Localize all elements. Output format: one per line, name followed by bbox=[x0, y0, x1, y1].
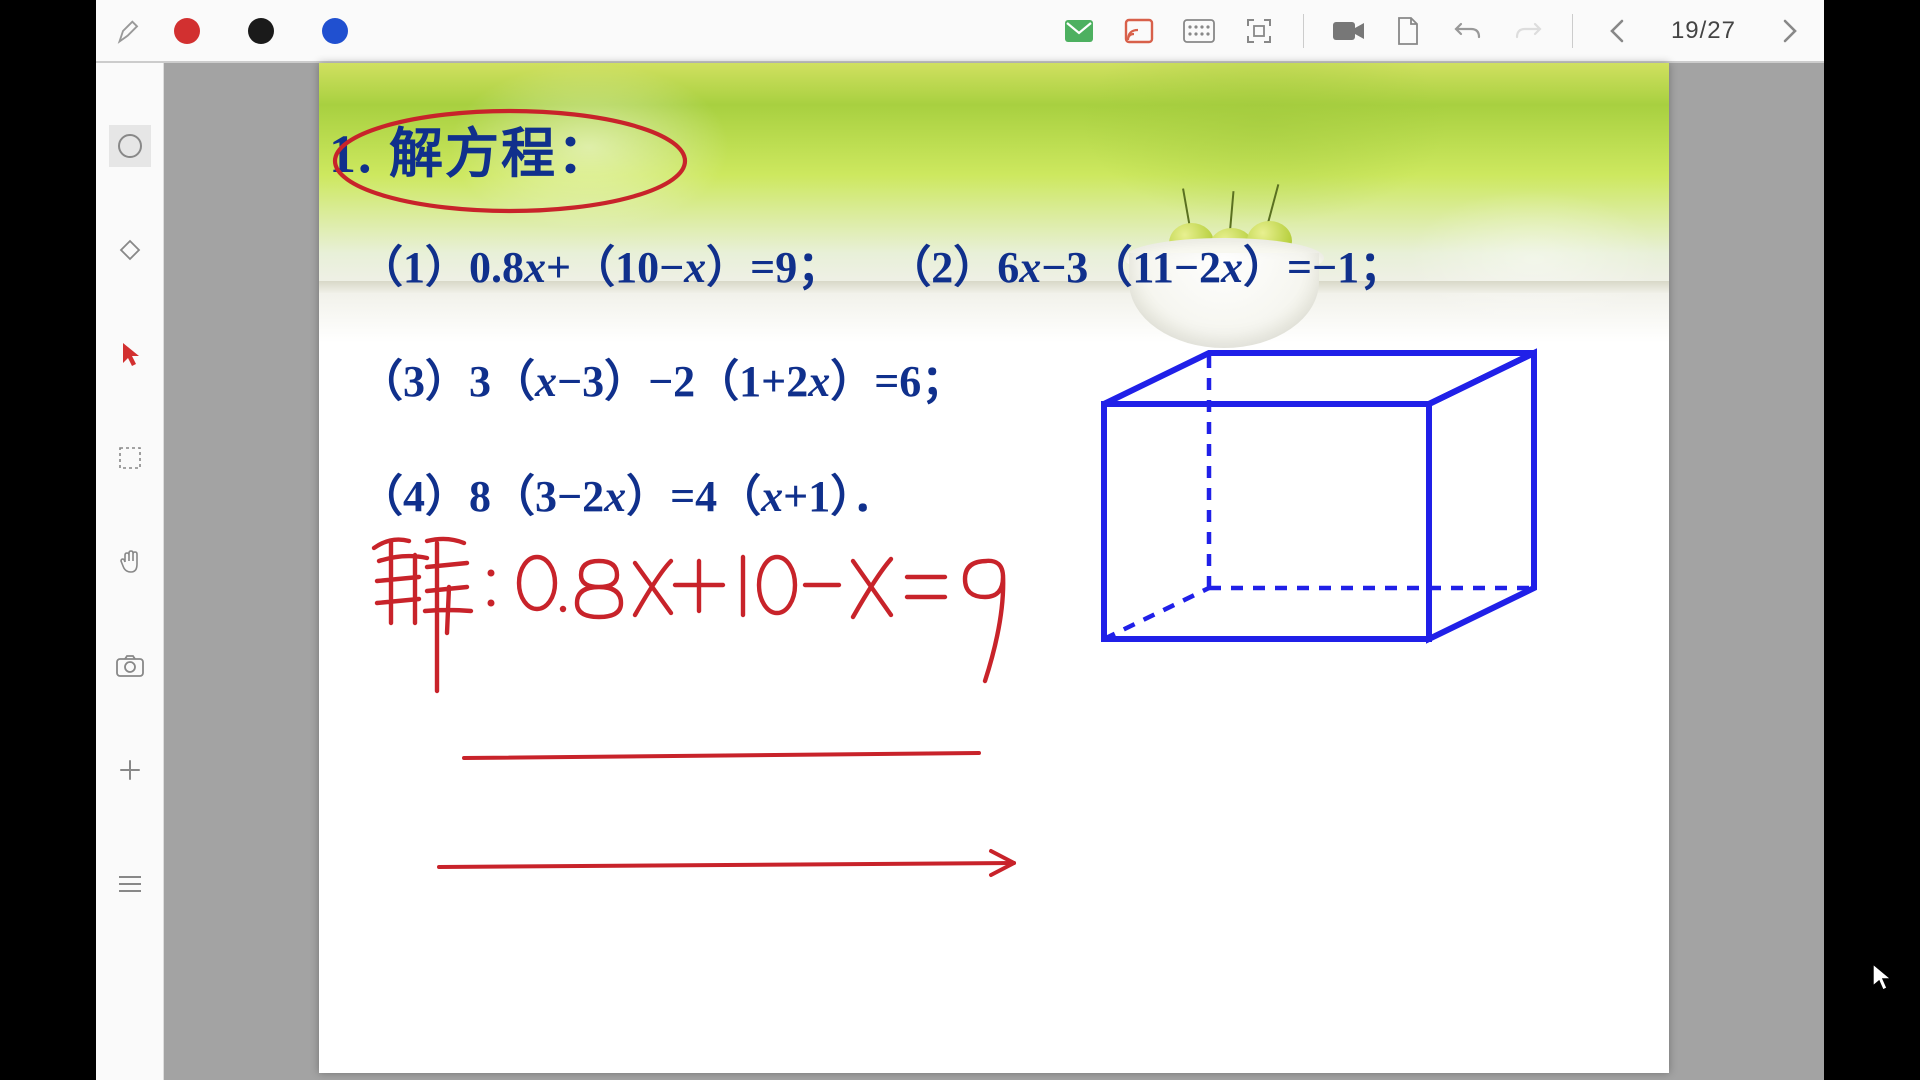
hand-tool[interactable] bbox=[109, 541, 151, 583]
fullscreen-icon[interactable] bbox=[1243, 15, 1275, 47]
top-toolbar: 19/27 bbox=[96, 0, 1824, 63]
arrow-annotation bbox=[439, 851, 1014, 875]
eraser-tool[interactable] bbox=[109, 229, 151, 271]
divider bbox=[1572, 14, 1573, 48]
camera-tool[interactable] bbox=[109, 645, 151, 687]
eq2-body: 6x−3（11−2x）=−1； bbox=[997, 243, 1403, 292]
color-blue[interactable] bbox=[322, 18, 348, 44]
underline bbox=[464, 753, 979, 758]
eq2-label: （2） bbox=[887, 243, 997, 292]
right-tools: 19/27 bbox=[1063, 0, 1806, 61]
list-tool[interactable] bbox=[109, 863, 151, 905]
mail-icon[interactable] bbox=[1063, 15, 1095, 47]
pointer-tool[interactable] bbox=[109, 333, 151, 375]
cursor-icon bbox=[1870, 962, 1894, 992]
heading-circle-annotation bbox=[325, 103, 695, 221]
next-page[interactable] bbox=[1774, 15, 1806, 47]
slide: 1. 解方程： （1）0.8x+（10−x）=9； （2）6x−3（11−2x）=… bbox=[319, 63, 1669, 1073]
eq3-label: （3） bbox=[359, 357, 469, 406]
prev-page[interactable] bbox=[1601, 15, 1633, 47]
undo-icon[interactable] bbox=[1452, 15, 1484, 47]
add-tool[interactable] bbox=[109, 749, 151, 791]
eq1-label: （1） bbox=[359, 243, 469, 292]
eq4-body: 8（3−2x）=4（x+1）． bbox=[469, 472, 896, 521]
pen-tool-icon[interactable] bbox=[116, 17, 144, 45]
eq4-label: （4） bbox=[359, 472, 469, 521]
equations: （1）0.8x+（10−x）=9； （2）6x−3（11−2x）=−1； （3）3… bbox=[359, 238, 1629, 526]
app-viewport: 19/27 bbox=[96, 0, 1824, 1080]
page-icon[interactable] bbox=[1392, 15, 1424, 47]
stage: 1. 解方程： （1）0.8x+（10−x）=9； （2）6x−3（11−2x）=… bbox=[164, 63, 1824, 1080]
select-tool[interactable] bbox=[109, 437, 151, 479]
color-black[interactable] bbox=[248, 18, 274, 44]
divider bbox=[1303, 14, 1304, 48]
handwriting-equation bbox=[519, 557, 1003, 681]
cast-icon[interactable] bbox=[1123, 15, 1155, 47]
eq3-body: 3（x−3）−2（1+2x）=6； bbox=[469, 357, 965, 406]
eq1-body: 0.8x+（10−x）=9； bbox=[469, 243, 841, 292]
shape-circle-tool[interactable] bbox=[109, 125, 151, 167]
keyboard-icon[interactable] bbox=[1183, 15, 1215, 47]
page-counter: 19/27 bbox=[1671, 17, 1736, 45]
redo-icon[interactable] bbox=[1512, 15, 1544, 47]
video-icon[interactable] bbox=[1332, 15, 1364, 47]
color-red[interactable] bbox=[174, 18, 200, 44]
heading-wrap: 1. 解方程： bbox=[329, 109, 613, 188]
handwriting-label bbox=[374, 539, 495, 691]
left-sidebar bbox=[96, 63, 164, 1080]
